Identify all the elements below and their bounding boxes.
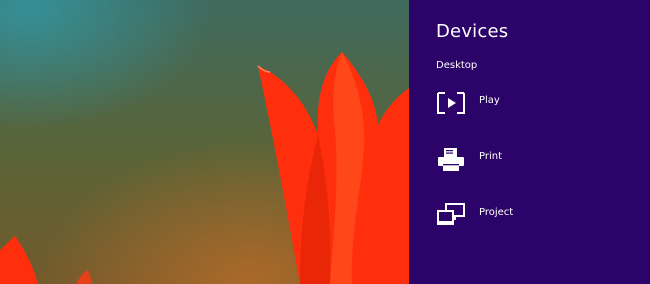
devices-charm-panel: Devices Desktop Play Print Project [409,0,650,284]
device-item-label: Play [479,95,500,106]
device-item-project[interactable]: Project [431,198,631,238]
desktop-wallpaper [0,0,409,284]
project-screens-icon [436,202,466,228]
printer-icon [436,146,466,172]
screen: Devices Desktop Play Print Project [0,0,650,284]
panel-title: Devices [436,21,509,42]
device-item-print[interactable]: Print [431,142,631,182]
device-item-label: Print [479,151,503,162]
device-item-label: Project [479,207,514,218]
play-to-icon [436,90,466,116]
device-item-play[interactable]: Play [431,86,631,126]
tulip-wallpaper-image [0,52,409,284]
panel-subtitle: Desktop [436,60,478,71]
